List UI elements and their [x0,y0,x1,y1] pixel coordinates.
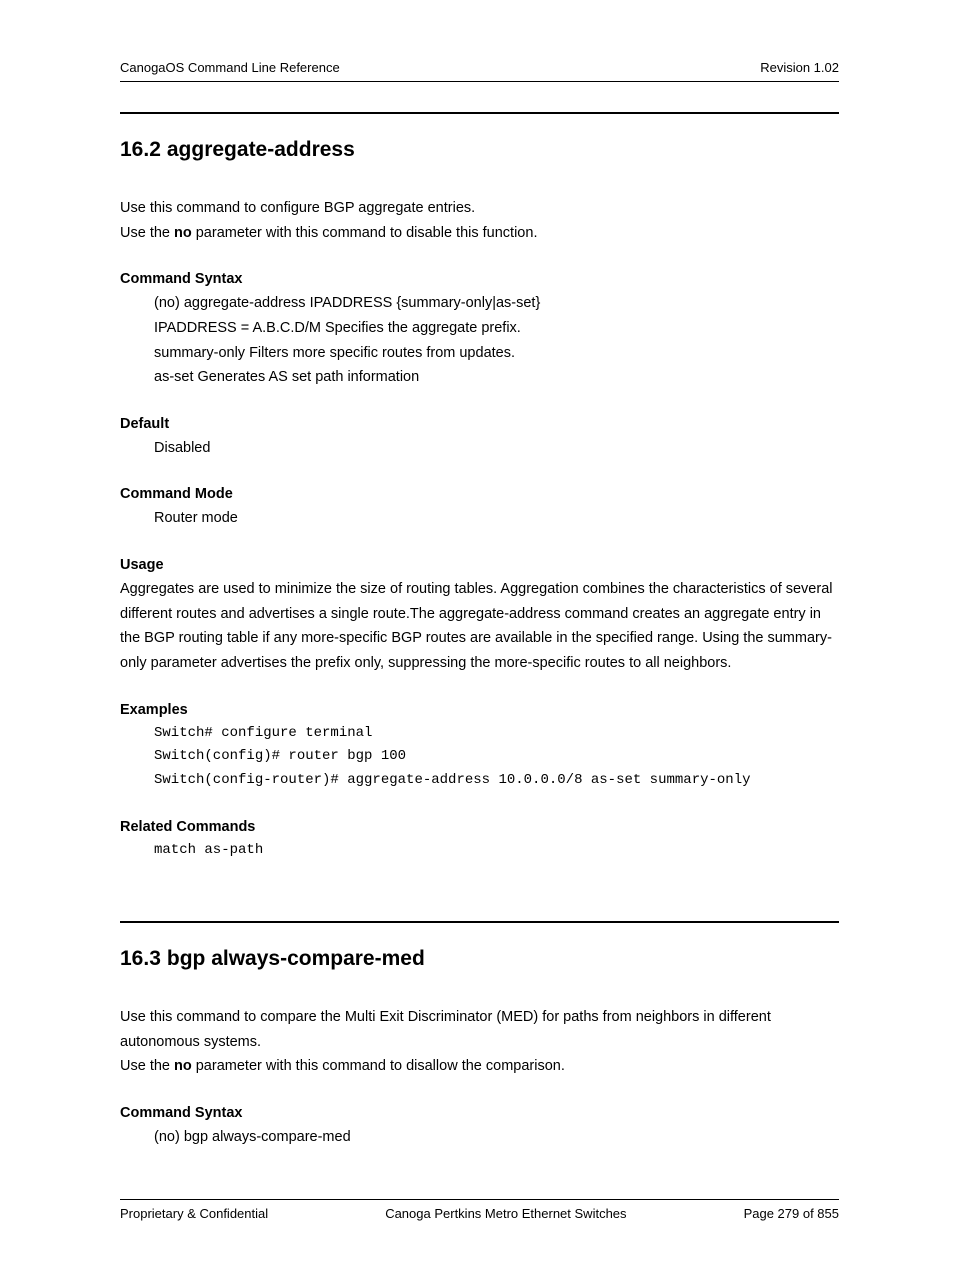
section-rule [120,921,839,923]
page-footer: Proprietary & Confidential Canoga Pertki… [120,1199,839,1221]
header-left: CanogaOS Command Line Reference [120,60,340,75]
command-syntax-body: (no) aggregate-address IPADDRESS {summar… [120,291,839,390]
section-heading-16-3: 16.3 bgp always-compare-med [120,947,839,971]
section-number: 16.3 [120,947,161,971]
section-name: bgp always-compare-med [167,947,425,970]
intro-line: Use the no parameter with this command t… [120,221,839,246]
intro-line: Use the no parameter with this command t… [120,1054,839,1079]
syntax-line: (no) aggregate-address IPADDRESS {summar… [154,291,839,316]
footer-right: Page 279 of 855 [744,1206,839,1221]
page: CanogaOS Command Line Reference Revision… [0,0,954,1261]
usage-body: Aggregates are used to minimize the size… [120,577,839,676]
section-name: aggregate-address [167,138,355,161]
usage-head: Usage [120,557,839,573]
header-right: Revision 1.02 [760,60,839,75]
syntax-line: as-set Generates AS set path information [154,365,839,390]
command-syntax-body: (no) bgp always-compare-med [120,1125,839,1150]
intro-paragraph: Use this command to compare the Multi Ex… [120,1005,839,1079]
command-syntax-head: Command Syntax [120,1105,839,1121]
text: Use the [120,1058,174,1074]
examples-body: Switch# configure terminal Switch(config… [120,722,839,793]
command-mode-body: Router mode [120,506,839,531]
example-line: Switch(config-router)# aggregate-address… [154,769,839,793]
section-heading-16-2: 16.2 aggregate-address [120,138,839,162]
footer-center: Canoga Pertkins Metro Ethernet Switches [385,1206,626,1221]
syntax-line: summary-only Filters more specific route… [154,341,839,366]
default-head: Default [120,416,839,432]
syntax-line: (no) bgp always-compare-med [154,1125,839,1150]
text: parameter with this command to disable t… [192,225,538,241]
text: Use the [120,225,174,241]
related-commands-body: match as-path [120,839,839,863]
related-commands-head: Related Commands [120,819,839,835]
text: parameter with this command to disallow … [192,1058,565,1074]
command-mode-head: Command Mode [120,486,839,502]
page-header: CanogaOS Command Line Reference Revision… [120,60,839,82]
command-syntax-head: Command Syntax [120,271,839,287]
section-number: 16.2 [120,138,161,162]
example-line: Switch(config)# router bgp 100 [154,745,839,769]
intro-line: Use this command to configure BGP aggreg… [120,196,839,221]
syntax-line: IPADDRESS = A.B.C.D/M Specifies the aggr… [154,316,839,341]
examples-head: Examples [120,702,839,718]
bold-no: no [174,225,192,241]
example-line: Switch# configure terminal [154,722,839,746]
section-rule [120,112,839,114]
bold-no: no [174,1058,192,1074]
footer-left: Proprietary & Confidential [120,1206,268,1221]
intro-paragraph: Use this command to configure BGP aggreg… [120,196,839,245]
intro-line: Use this command to compare the Multi Ex… [120,1005,839,1054]
default-body: Disabled [120,436,839,461]
